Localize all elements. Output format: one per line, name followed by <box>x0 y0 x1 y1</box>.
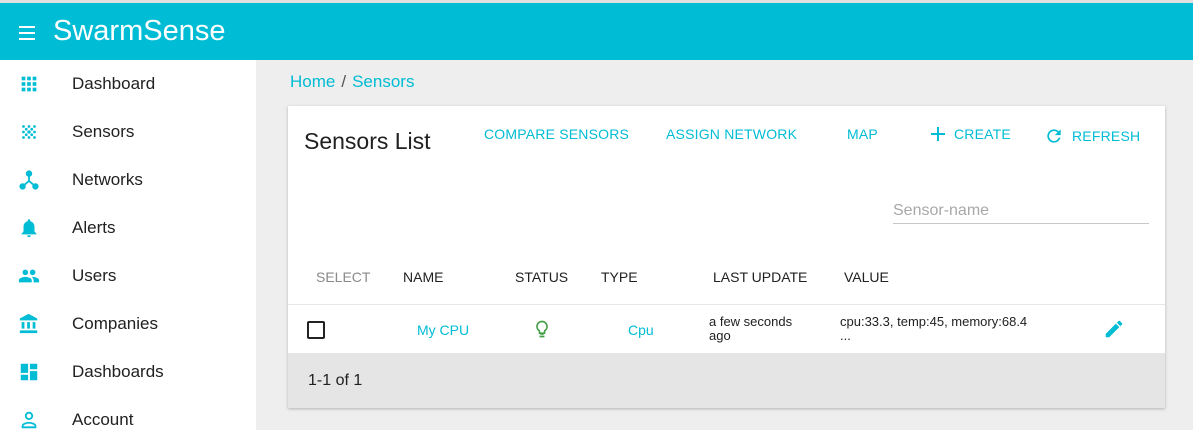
apps-grid-icon <box>21 76 37 92</box>
sidebar-item-companies[interactable]: Companies <box>0 300 256 348</box>
column-header-value[interactable]: VALUE <box>844 269 889 285</box>
sidebar-item-networks[interactable]: Networks <box>0 156 256 204</box>
bell-icon <box>21 219 37 238</box>
refresh-button[interactable]: REFRESH <box>1044 126 1140 146</box>
assign-network-button[interactable]: ASSIGN NETWORK <box>666 126 797 142</box>
sidebar-item-dashboards[interactable]: Dashboards <box>0 348 256 396</box>
sidebar-item-label: Account <box>72 410 134 429</box>
people-icon <box>18 269 40 283</box>
app-title: SwarmSense <box>53 15 226 47</box>
person-icon <box>21 411 37 429</box>
sensors-card: Sensors List COMPARE SENSORS ASSIGN NETW… <box>288 106 1165 408</box>
plus-icon <box>931 127 945 141</box>
dashboard-tiles-icon <box>20 363 38 381</box>
refresh-icon <box>1047 129 1061 143</box>
sensor-type-link[interactable]: Cpu <box>628 322 654 338</box>
breadcrumb: Home / Sensors <box>290 72 414 92</box>
assign-network-label: ASSIGN NETWORK <box>666 126 798 142</box>
column-header-type[interactable]: TYPE <box>601 269 638 285</box>
sidebar-item-users[interactable]: Users <box>0 252 256 300</box>
compare-sensors-button[interactable]: COMPARE SENSORS <box>484 126 629 142</box>
bulb-icon <box>536 320 548 338</box>
sensor-name-input[interactable] <box>893 198 1149 223</box>
last-update-value: a few seconds ago <box>709 315 792 343</box>
sidebar-item-label: Dashboards <box>72 362 164 381</box>
network-icon <box>19 170 39 190</box>
bank-icon <box>19 313 38 334</box>
sidebar-item-account[interactable]: Account <box>0 396 256 430</box>
sidebar-item-label: Dashboard <box>72 74 156 93</box>
table-footer: 1-1 of 1 <box>288 353 1165 408</box>
sensor-name-link[interactable]: My CPU <box>417 322 469 338</box>
column-header-status[interactable]: STATUS <box>515 269 568 285</box>
sensor-value-line: ... <box>840 328 851 343</box>
sensor-value: cpu:33.3, temp:45, memory:68.4 ... <box>840 315 1027 343</box>
breadcrumb-separator: / <box>341 72 347 91</box>
menu-icon[interactable] <box>19 26 35 40</box>
sensor-name-search <box>893 198 1149 224</box>
sensor-dots-icon <box>22 125 36 139</box>
last-update-line: a few seconds <box>709 314 793 329</box>
column-header-name[interactable]: NAME <box>403 269 443 285</box>
row-select-checkbox[interactable] <box>307 321 325 339</box>
sidebar-item-label: Sensors <box>72 122 135 141</box>
breadcrumb-home[interactable]: Home <box>290 72 335 91</box>
sidebar-item-dashboard[interactable]: Dashboard <box>0 60 256 108</box>
create-button[interactable]: CREATE <box>930 126 1011 142</box>
sidebar: Dashboard Sensors Networks Alerts Users … <box>0 60 256 430</box>
page-title: Sensors List <box>304 128 431 154</box>
sidebar-item-label: Companies <box>72 314 158 333</box>
refresh-label: REFRESH <box>1072 128 1141 144</box>
sidebar-item-alerts[interactable]: Alerts <box>0 204 256 252</box>
sidebar-item-label: Networks <box>72 170 143 189</box>
sidebar-item-sensors[interactable]: Sensors <box>0 108 256 156</box>
edit-icon[interactable] <box>1103 318 1125 340</box>
sidebar-item-label: Alerts <box>72 218 116 237</box>
pagination-info: 1-1 of 1 <box>308 372 363 389</box>
column-header-last-update[interactable]: LAST UPDATE <box>713 269 807 285</box>
map-button[interactable]: MAP <box>847 126 878 142</box>
app-bar: SwarmSense <box>0 0 1193 60</box>
column-header-select: SELECT <box>316 269 371 285</box>
compare-sensors-label: COMPARE SENSORS <box>484 126 630 142</box>
table-row: My CPU Cpu a few seconds ago cpu:33.3, t… <box>288 304 1165 353</box>
create-label: CREATE <box>954 126 1011 142</box>
sensor-value-line: cpu:33.3, temp:45, memory:68.4 <box>840 314 1028 329</box>
sidebar-item-label: Users <box>72 266 117 285</box>
breadcrumb-sensors[interactable]: Sensors <box>352 72 414 91</box>
last-update-line: ago <box>709 328 731 343</box>
map-label: MAP <box>847 126 878 142</box>
